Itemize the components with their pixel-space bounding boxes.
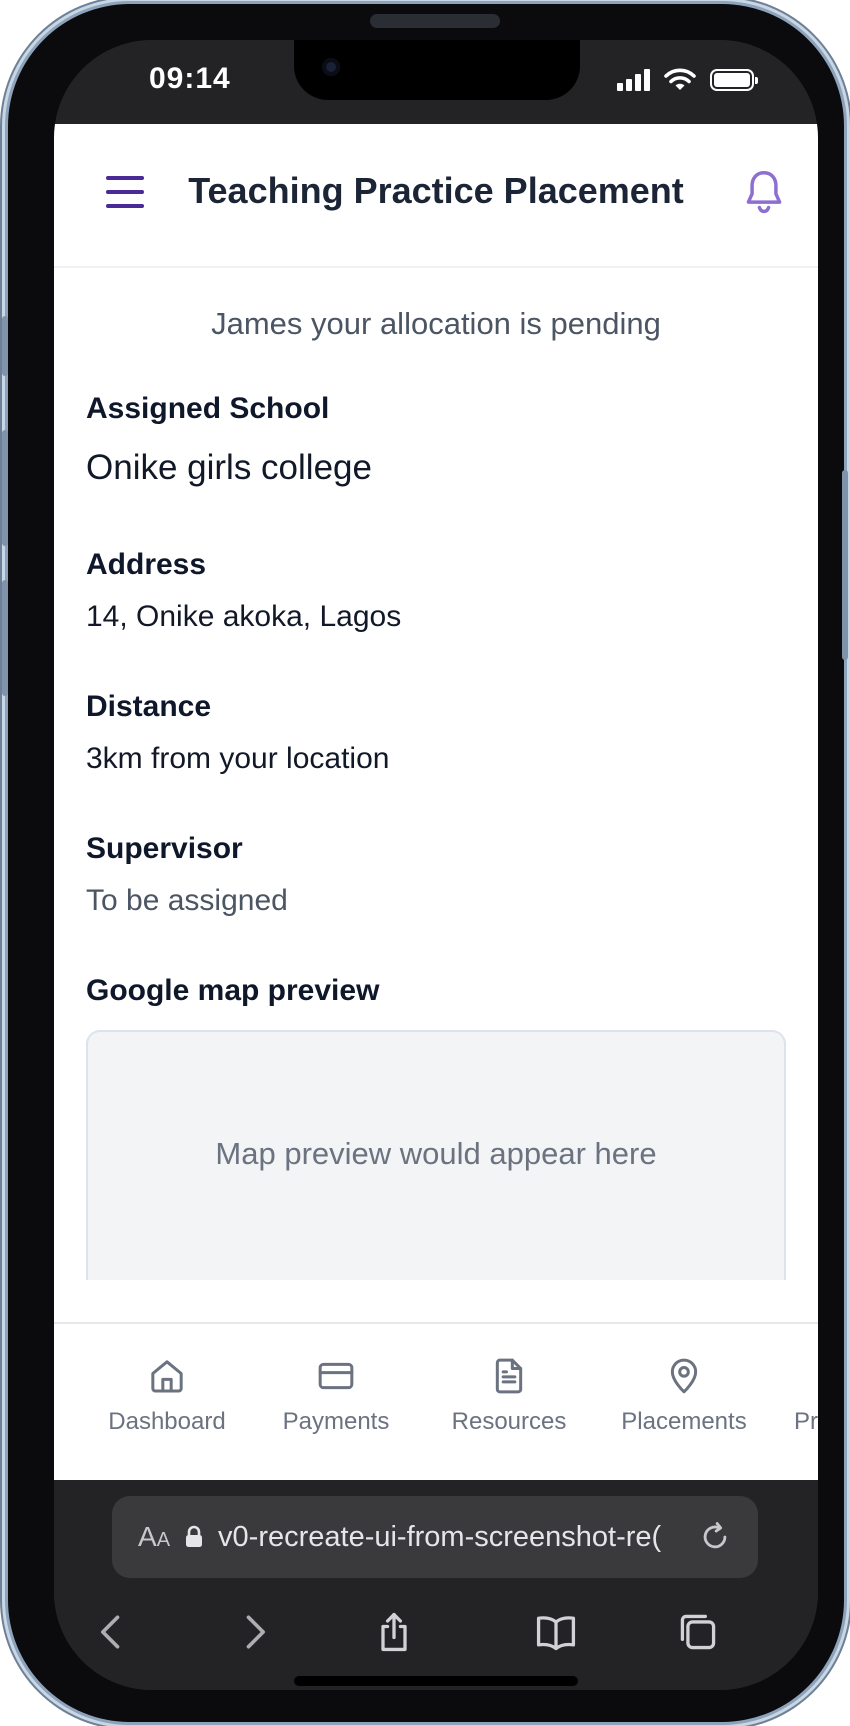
lock-icon bbox=[186, 1525, 203, 1547]
browser-toolbar: AA v0-recreate-ui-from-screenshot-re( bbox=[54, 1480, 818, 1690]
tabs-icon bbox=[680, 1614, 716, 1650]
power-button bbox=[842, 470, 848, 660]
app-header: Teaching Practice Placement bbox=[54, 124, 818, 268]
tab-payments[interactable]: Payments bbox=[266, 1356, 406, 1436]
allocation-content: James your allocation is pending Assigne… bbox=[54, 268, 818, 1362]
home-icon bbox=[151, 1360, 183, 1393]
phone-screen: 09:14 Teaching Practice Placement James … bbox=[54, 40, 818, 1690]
browser-nav-row bbox=[54, 1602, 818, 1662]
distance-label: Distance bbox=[86, 690, 212, 723]
chevron-left-icon bbox=[101, 1615, 120, 1649]
phone-frame: 09:14 Teaching Practice Placement James … bbox=[8, 4, 844, 1722]
address-bar[interactable]: AA v0-recreate-ui-from-screenshot-re( bbox=[112, 1496, 758, 1578]
allocation-status-message: James your allocation is pending bbox=[211, 306, 661, 341]
volume-down-button bbox=[2, 580, 8, 696]
tab-label: Placements bbox=[621, 1408, 747, 1435]
share-icon bbox=[381, 1612, 407, 1652]
tab-dashboard[interactable]: Dashboard bbox=[92, 1356, 242, 1436]
chevron-right-icon bbox=[246, 1615, 265, 1649]
tab-resources[interactable]: Resources bbox=[434, 1356, 584, 1436]
url-text: v0-recreate-ui-from-screenshot-re( bbox=[218, 1520, 662, 1553]
supervisor-label: Supervisor bbox=[86, 832, 243, 865]
assigned-school-label: Assigned School bbox=[86, 392, 330, 425]
tab-placements[interactable]: Placements bbox=[604, 1356, 764, 1436]
bookmarks-button[interactable] bbox=[526, 1602, 586, 1662]
tab-profile[interactable]: Pr bbox=[794, 1356, 818, 1436]
tab-label: Resources bbox=[451, 1408, 567, 1435]
tab-label: Dashboard bbox=[108, 1408, 226, 1435]
reader-text-size-button[interactable]: AA bbox=[138, 1521, 170, 1553]
battery-icon bbox=[710, 69, 758, 91]
status-time: 09:14 bbox=[149, 62, 231, 95]
supervisor-value: To be assigned bbox=[86, 884, 288, 917]
credit-card-icon bbox=[318, 1362, 354, 1390]
tabs-button[interactable] bbox=[668, 1602, 728, 1662]
map-preview[interactable]: Map preview would appear here bbox=[86, 1030, 786, 1280]
address-value: 14, Onike akoka, Lagos bbox=[86, 600, 402, 633]
status-icons bbox=[617, 68, 758, 92]
page-title: Teaching Practice Placement bbox=[188, 170, 684, 211]
tab-label: Payments bbox=[282, 1408, 390, 1435]
map-pin-icon bbox=[670, 1358, 698, 1394]
book-icon bbox=[536, 1616, 576, 1651]
speaker-grille bbox=[370, 14, 500, 28]
volume-up-button bbox=[2, 430, 8, 546]
front-camera bbox=[322, 58, 340, 76]
home-indicator bbox=[294, 1676, 578, 1686]
wifi-icon bbox=[664, 68, 696, 90]
cellular-signal-icon bbox=[617, 69, 650, 91]
back-button[interactable] bbox=[82, 1602, 142, 1662]
forward-button[interactable] bbox=[224, 1602, 284, 1662]
assigned-school-value: Onike girls college bbox=[86, 448, 372, 487]
map-placeholder-text: Map preview would appear here bbox=[215, 1136, 657, 1171]
share-button[interactable] bbox=[364, 1602, 424, 1662]
bell-icon bbox=[746, 171, 782, 214]
distance-value: 3km from your location bbox=[86, 742, 390, 775]
address-label: Address bbox=[86, 548, 207, 581]
map-preview-label: Google map preview bbox=[86, 974, 380, 1007]
tab-label: Pr bbox=[794, 1408, 818, 1435]
bottom-tab-bar: Dashboard Payments Resources Placements … bbox=[54, 1322, 818, 1480]
notifications-button[interactable] bbox=[742, 168, 786, 216]
document-icon bbox=[495, 1358, 523, 1394]
reload-icon[interactable] bbox=[698, 1520, 732, 1554]
mute-switch bbox=[2, 316, 8, 376]
status-bar: 09:14 bbox=[54, 40, 818, 124]
